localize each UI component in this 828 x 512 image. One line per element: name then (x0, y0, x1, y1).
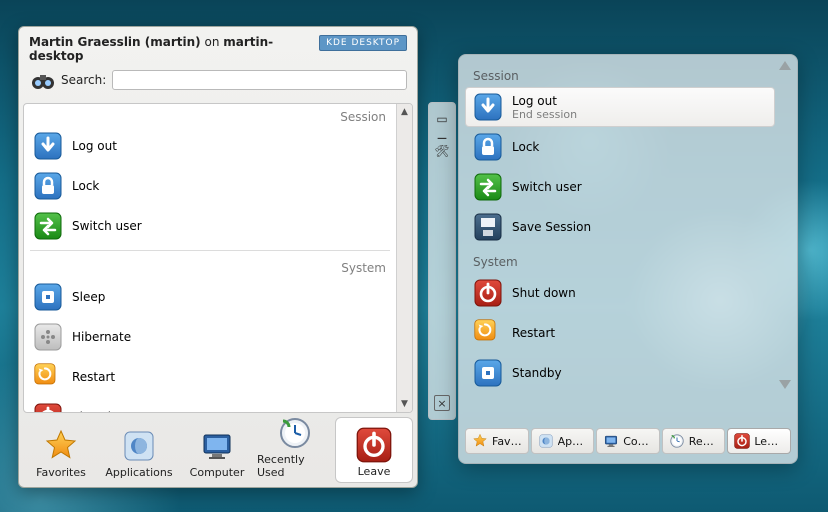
tab-label: Leave (358, 465, 391, 478)
tab-label: Recently Used (257, 453, 333, 479)
item-label: Restart (512, 326, 555, 340)
session-item-restart[interactable]: Restart (465, 313, 775, 353)
tab-favorites[interactable]: Favor… (465, 428, 529, 454)
leave-item-hibernate[interactable]: Hibernate (24, 317, 396, 357)
restart-icon (474, 319, 502, 347)
tab-leave[interactable]: Leave (727, 428, 791, 454)
session-item-save[interactable]: Save Session (465, 207, 775, 247)
power-icon (356, 427, 392, 463)
switch-user-icon (34, 212, 62, 240)
star-icon (43, 428, 79, 464)
apps-icon (538, 433, 554, 449)
screen-icon[interactable]: ▭ (434, 111, 450, 127)
search-input[interactable] (112, 70, 407, 90)
leave-item-logout[interactable]: Log out (24, 126, 396, 166)
group-header-session: Session (465, 61, 775, 87)
star-icon (472, 433, 488, 449)
session-item-switch[interactable]: Switch user (465, 167, 775, 207)
logout-icon (474, 93, 502, 121)
item-label: Switch user (512, 180, 582, 194)
binoculars-icon (29, 69, 55, 91)
tab-label: Favor… (492, 435, 522, 448)
tab-computer[interactable]: Computer (179, 417, 255, 483)
switch-user-icon (474, 173, 502, 201)
clock-icon (277, 415, 313, 451)
scroll-down-button[interactable]: ▼ (397, 396, 412, 412)
session-item-lock[interactable]: Lock (465, 127, 775, 167)
save-icon (474, 213, 502, 241)
zoom-out-icon[interactable]: ⚊ (434, 127, 450, 143)
item-label: Shut down (512, 286, 576, 300)
tab-label: Comp… (623, 435, 653, 448)
side-toolbar: ▭ ⚊ 🛠 × (428, 102, 456, 420)
group-header-system: System (24, 255, 396, 277)
search-label: Search: (61, 73, 106, 87)
scroll-up-icon[interactable] (779, 61, 791, 70)
scrollbar[interactable]: ▲ ▼ (396, 104, 412, 412)
item-label: Sleep (72, 290, 105, 304)
tab-leave[interactable]: Leave (335, 417, 413, 483)
item-label: Lock (72, 179, 99, 193)
kickoff-menu: KDE DESKTOP Martin Graesslin (martin) on… (18, 26, 418, 488)
session-panel-tabs: Favor… Appli… Comp… Rece… Leave (465, 425, 791, 457)
tab-label: Computer (190, 466, 245, 479)
tab-recent[interactable]: Rece… (662, 428, 726, 454)
lock-icon (474, 133, 502, 161)
tab-label: Favorites (36, 466, 86, 479)
leave-item-switch[interactable]: Switch user (24, 206, 396, 246)
tab-label: Appli… (558, 435, 588, 448)
scroll-down-icon[interactable] (779, 380, 791, 389)
restart-icon (34, 363, 62, 391)
tab-computer[interactable]: Comp… (596, 428, 660, 454)
item-subtitle: End session (512, 108, 577, 121)
tab-label: Applications (105, 466, 172, 479)
leave-item-restart[interactable]: Restart (24, 357, 396, 397)
item-label: Lock (512, 140, 539, 154)
divider (30, 250, 390, 251)
logout-icon (34, 132, 62, 160)
group-header-system: System (465, 247, 775, 273)
tab-favorites[interactable]: Favorites (23, 417, 99, 483)
hibernate-icon (34, 323, 62, 351)
leave-item-lock[interactable]: Lock (24, 166, 396, 206)
session-item-standby[interactable]: Standby (465, 353, 775, 393)
leave-item-sleep[interactable]: Sleep (24, 277, 396, 317)
power-icon (474, 279, 502, 307)
tab-label: Leave (754, 435, 784, 448)
lock-icon (34, 172, 62, 200)
leave-item-shutdown[interactable]: Shut down (24, 397, 396, 412)
scrollbar[interactable] (777, 61, 793, 389)
tab-applications[interactable]: Appli… (531, 428, 595, 454)
item-label: Restart (72, 370, 115, 384)
sleep-icon (34, 283, 62, 311)
session-item-logout[interactable]: Log outEnd session (465, 87, 775, 127)
tab-recent[interactable]: Recently Used (257, 417, 333, 483)
item-label: Log out (72, 139, 117, 153)
kde-desktop-badge[interactable]: KDE DESKTOP (319, 35, 407, 51)
tab-applications[interactable]: Applications (101, 417, 177, 483)
apps-icon (121, 428, 157, 464)
session-item-shutdown[interactable]: Shut down (465, 273, 775, 313)
item-label: Shut down (72, 410, 136, 412)
item-label: Log out (512, 94, 577, 108)
clock-icon (669, 433, 685, 449)
item-label: Switch user (72, 219, 142, 233)
session-panel: Session Log outEnd session Lock Switch u… (458, 54, 798, 464)
tab-label: Rece… (689, 435, 719, 448)
item-label: Standby (512, 366, 562, 380)
kickoff-tabs: Favorites Applications Computer Recently… (23, 417, 413, 483)
group-header-session: Session (24, 104, 396, 126)
power-icon (734, 433, 750, 449)
monitor-icon (603, 433, 619, 449)
item-label: Save Session (512, 220, 591, 234)
close-button[interactable]: × (434, 395, 450, 411)
leave-list: Session Log out Lock Switch user System S… (23, 103, 413, 413)
item-label: Hibernate (72, 330, 131, 344)
kickoff-header: KDE DESKTOP Martin Graesslin (martin) on… (19, 27, 417, 97)
sleep-icon (474, 359, 502, 387)
monitor-icon (199, 428, 235, 464)
scroll-up-button[interactable]: ▲ (397, 104, 412, 120)
power-icon (34, 403, 62, 412)
wrench-icon[interactable]: 🛠 (434, 143, 450, 159)
